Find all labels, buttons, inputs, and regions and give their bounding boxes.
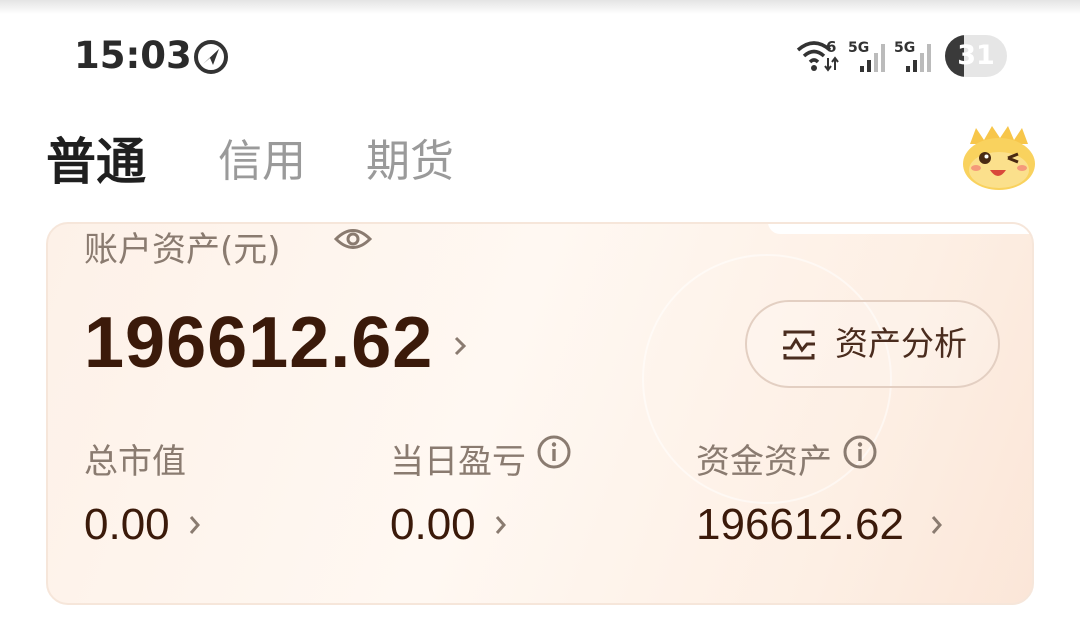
eye-icon[interactable]	[334, 224, 372, 254]
signal-2-label: 5G	[894, 40, 915, 56]
asset-analysis-button[interactable]: 资产分析	[745, 300, 1000, 388]
navigation-icon	[194, 40, 228, 74]
daily-pnl-label: 当日盈亏	[390, 442, 526, 482]
asset-label: 账户资产(元)	[84, 230, 281, 270]
status-time: 15:03	[74, 34, 192, 77]
daily-pnl-value[interactable]: 0.00	[390, 500, 476, 550]
battery-indicator: 31	[945, 35, 1007, 77]
tab-credit[interactable]: 信用	[218, 130, 306, 194]
cash-assets-value[interactable]: 196612.62	[696, 500, 904, 550]
info-icon[interactable]	[536, 434, 572, 470]
card-notch	[768, 224, 1032, 234]
wifi-icon: 6	[796, 38, 839, 72]
mascot-avatar[interactable]	[960, 124, 1038, 192]
chevron-right-icon[interactable]	[188, 514, 202, 536]
asset-analysis-label: 资产分析	[835, 324, 967, 363]
cash-assets-label: 资金资产	[696, 442, 832, 482]
wifi-label: 6	[826, 38, 836, 56]
signal-icon: 5G	[848, 40, 885, 72]
battery-level: 31	[957, 40, 995, 71]
total-assets-value[interactable]: 196612.62	[84, 302, 433, 384]
account-assets-card: 账户资产(元) 196612.62 资产分析 总市值 0.00 当日盈亏 0.0…	[46, 222, 1034, 605]
tab-futures[interactable]: 期货	[366, 130, 454, 194]
market-value[interactable]: 0.00	[84, 500, 170, 550]
chevron-right-icon[interactable]	[450, 332, 470, 360]
chevron-right-icon[interactable]	[494, 514, 508, 536]
signal-1-label: 5G	[848, 40, 869, 56]
status-bar: 15:03 6 5G 5G 31	[0, 0, 1080, 110]
chart-analysis-icon	[783, 330, 815, 360]
info-icon[interactable]	[842, 434, 878, 470]
market-value-label: 总市值	[84, 442, 186, 482]
chevron-right-icon[interactable]	[930, 514, 944, 536]
signal-icon: 5G	[894, 40, 931, 72]
tab-normal[interactable]: 普通	[46, 130, 146, 194]
